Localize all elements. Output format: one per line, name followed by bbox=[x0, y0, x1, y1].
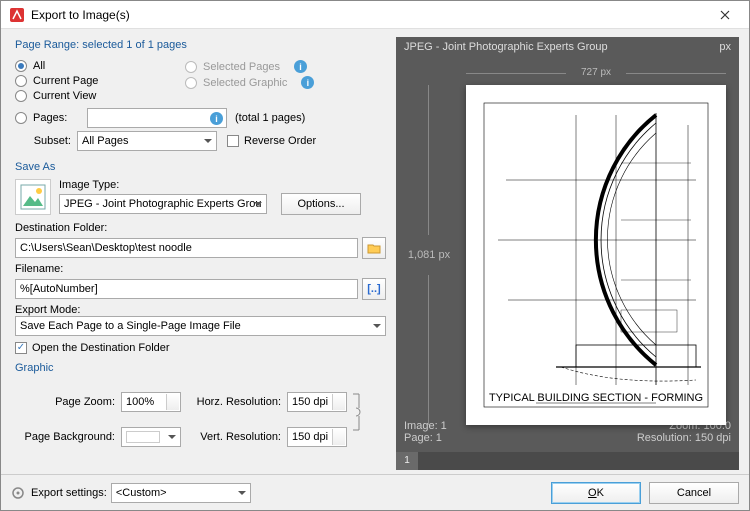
open-dest-folder-label: Open the Destination Folder bbox=[32, 342, 170, 354]
pages-input[interactable]: i bbox=[87, 108, 227, 128]
info-icon[interactable]: i bbox=[301, 76, 314, 89]
titlebar: Export to Image(s) bbox=[1, 1, 749, 29]
radio-all-label: All bbox=[33, 60, 45, 72]
export-mode-select[interactable]: Save Each Page to a Single-Page Image Fi… bbox=[15, 316, 386, 336]
image-type-icon bbox=[15, 179, 51, 215]
export-mode-label: Export Mode: bbox=[15, 304, 386, 316]
preview-unit-label: px bbox=[719, 41, 731, 53]
gear-icon[interactable] bbox=[11, 486, 25, 500]
ok-button[interactable]: OK bbox=[551, 482, 641, 504]
radio-current-page[interactable] bbox=[15, 75, 27, 87]
filename-label: Filename: bbox=[15, 263, 386, 275]
ruler-left: 1,081 px bbox=[404, 85, 454, 425]
graphic-heading: Graphic bbox=[15, 362, 386, 374]
window-title: Export to Image(s) bbox=[31, 8, 705, 22]
subset-label: Subset: bbox=[15, 135, 71, 147]
preview-header: JPEG - Joint Photographic Experts Group … bbox=[396, 37, 739, 57]
radio-pages[interactable] bbox=[15, 112, 27, 124]
radio-selected-pages-label: Selected Pages bbox=[203, 61, 280, 73]
preview-page: TYPICAL BUILDING SECTION - FORMING bbox=[466, 85, 726, 425]
radio-current-view-label: Current View bbox=[33, 90, 96, 102]
preview-area: 727 px 1,081 px bbox=[396, 57, 739, 418]
image-type-select[interactable]: JPEG - Joint Photographic Experts Group bbox=[59, 194, 267, 214]
link-resolution-icon[interactable] bbox=[351, 390, 363, 434]
app-icon bbox=[9, 7, 25, 23]
radio-all[interactable] bbox=[15, 60, 27, 72]
dialog-footer: Export settings: <Custom> OK Cancel bbox=[1, 474, 749, 510]
radio-selected-graphic bbox=[185, 77, 197, 89]
ruler-top: 727 px bbox=[466, 67, 726, 78]
preview-tab-1[interactable]: 1 bbox=[396, 452, 418, 470]
page-range-heading: Page Range: selected 1 of 1 pages bbox=[15, 39, 386, 51]
info-icon[interactable]: i bbox=[210, 112, 223, 125]
vert-res-spinner[interactable]: 150 dpi bbox=[287, 427, 347, 447]
subset-select[interactable]: All Pages bbox=[77, 131, 217, 151]
reverse-order-checkbox[interactable] bbox=[227, 135, 239, 147]
radio-selected-graphic-label: Selected Graphic bbox=[203, 77, 287, 89]
horz-res-label: Horz. Resolution: bbox=[181, 396, 281, 408]
radio-pages-label: Pages: bbox=[33, 112, 75, 124]
dest-folder-input[interactable]: C:\Users\Sean\Desktop\test noodle bbox=[15, 238, 358, 258]
page-zoom-label: Page Zoom: bbox=[15, 396, 115, 408]
options-button[interactable]: Options... bbox=[281, 193, 361, 215]
page-bg-select[interactable] bbox=[121, 427, 181, 447]
export-settings-label: Export settings: bbox=[31, 487, 107, 499]
radio-current-page-label: Current Page bbox=[33, 75, 98, 87]
cancel-button[interactable]: Cancel bbox=[649, 482, 739, 504]
horz-res-spinner[interactable]: 150 dpi bbox=[287, 392, 347, 412]
reverse-order-label: Reverse Order bbox=[244, 135, 316, 147]
dest-folder-label: Destination Folder: bbox=[15, 222, 386, 234]
info-icon[interactable]: i bbox=[294, 60, 307, 73]
open-dest-folder-checkbox[interactable] bbox=[15, 342, 27, 354]
filename-input[interactable]: %[AutoNumber] bbox=[15, 279, 358, 299]
total-pages-label: (total 1 pages) bbox=[235, 112, 305, 124]
preview-tabstrip: 1 bbox=[396, 452, 739, 470]
preview-resolution-label: Resolution: 150 dpi bbox=[568, 432, 732, 444]
save-as-heading: Save As bbox=[15, 161, 386, 173]
radio-current-view[interactable] bbox=[15, 90, 27, 102]
browse-folder-button[interactable] bbox=[362, 237, 386, 259]
radio-selected-pages bbox=[185, 61, 197, 73]
image-type-label: Image Type: bbox=[59, 179, 386, 191]
page-zoom-spinner[interactable]: 100% bbox=[121, 392, 181, 412]
filename-macro-button[interactable]: [..] bbox=[362, 278, 386, 300]
preview-page-index: Page: 1 bbox=[404, 432, 568, 444]
vert-res-label: Vert. Resolution: bbox=[181, 431, 281, 443]
export-settings-select[interactable]: <Custom> bbox=[111, 483, 251, 503]
preview-format-label: JPEG - Joint Photographic Experts Group bbox=[404, 41, 608, 53]
close-button[interactable] bbox=[705, 1, 745, 29]
svg-text:TYPICAL BUILDING SECTION - FOR: TYPICAL BUILDING SECTION - FORMING bbox=[489, 392, 703, 404]
page-bg-label: Page Background: bbox=[15, 431, 115, 443]
